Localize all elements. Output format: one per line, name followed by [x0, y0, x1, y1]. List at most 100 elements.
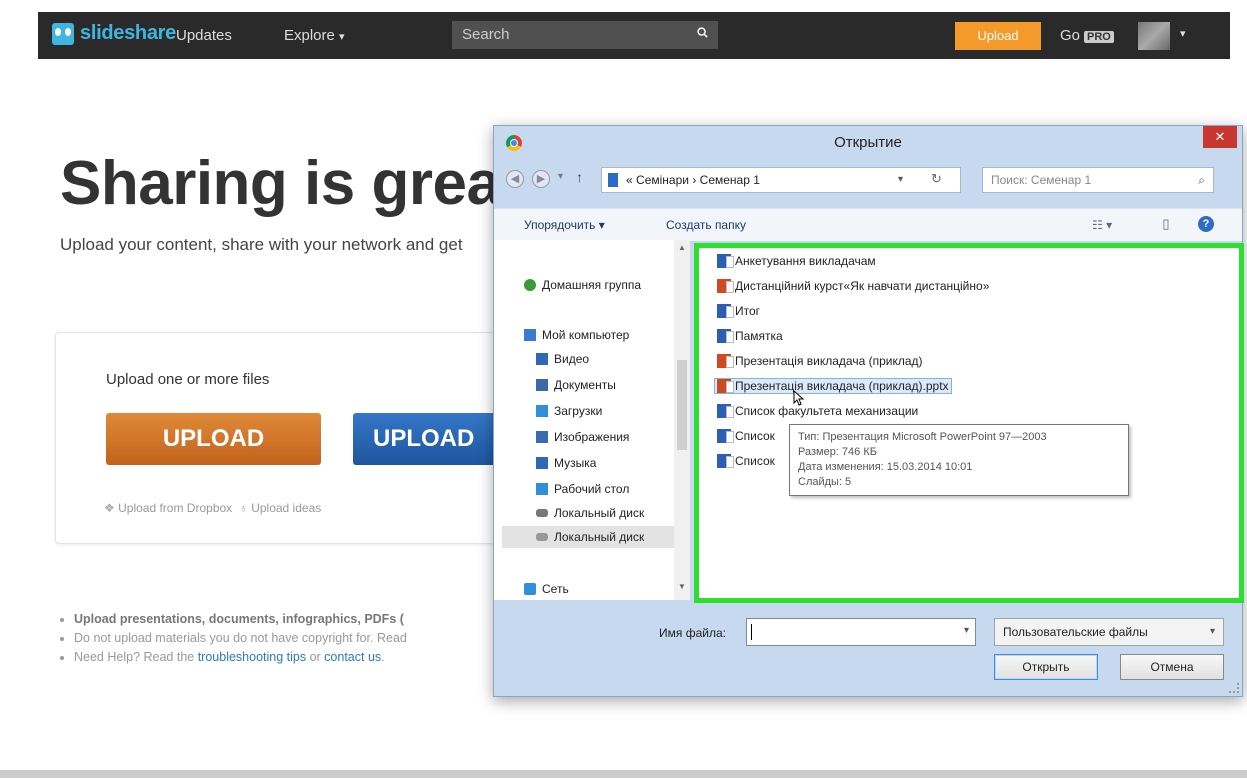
tooltip-slides: Слайды: 5	[798, 476, 852, 488]
search-icon[interactable]: ⌕	[1198, 168, 1205, 192]
nav-item-label: Локальный диск	[554, 530, 645, 544]
nav-explore-menu[interactable]: Explore ▾	[284, 27, 345, 44]
forward-icon[interactable]: ▶	[532, 170, 550, 188]
explore-label: Explore	[284, 27, 335, 44]
go-label: Go	[1060, 27, 1081, 44]
nav-item-local-disk-2[interactable]: Локальный диск	[536, 530, 644, 544]
dialog-titlebar[interactable]: Открытие ✕	[494, 126, 1242, 162]
dialog-title: Открытие	[834, 134, 902, 151]
navigation-scrollbar[interactable]: ▲ ▼	[674, 240, 690, 600]
search-input[interactable]: Search	[452, 21, 718, 49]
history-dropdown-icon[interactable]: ▾	[558, 171, 563, 182]
contact-us-link[interactable]: contact us	[324, 650, 381, 664]
upload-from-dropbox-link[interactable]: Upload from Dropbox	[118, 501, 232, 515]
nav-item-video[interactable]: Видео	[536, 352, 589, 366]
nav-item-desktop[interactable]: Рабочий стол	[536, 482, 629, 496]
search-placeholder: Search	[462, 26, 510, 43]
filename-input[interactable]: ▾	[746, 618, 976, 646]
help-icon[interactable]: ?	[1198, 216, 1214, 232]
file-item[interactable]: Список	[717, 454, 775, 468]
go-pro-link[interactable]: Go PRO	[1060, 27, 1114, 44]
file-info-tooltip: Тип: Презентация Microsoft PowerPoint 97…	[789, 424, 1129, 496]
file-item[interactable]: Анкетування викладачам	[717, 254, 876, 268]
file-name: Итог	[735, 304, 761, 318]
file-name: Презентація викладача (приклад)	[735, 354, 923, 368]
nav-item-label: Изображения	[554, 430, 630, 444]
breadcrumb-seminary[interactable]: Семінари	[636, 173, 689, 187]
file-item-selected[interactable]: Презентація викладача (приклад).pptx	[714, 378, 952, 394]
tip-text: Do not upload materials you do not have …	[74, 631, 407, 645]
chevron-down-icon[interactable]: ▾	[964, 625, 969, 636]
nav-item-homegroup[interactable]: Домашняя группа	[524, 278, 641, 292]
chevron-down-icon[interactable]: ▾	[1180, 27, 1186, 40]
new-folder-button[interactable]: Создать папку	[666, 218, 746, 232]
nav-item-documents[interactable]: Документы	[536, 378, 616, 392]
file-name: Список	[735, 454, 775, 468]
folder-path-icon	[608, 173, 618, 187]
chevron-down-icon: ▾	[1209, 626, 1215, 637]
upload-sources: ❖ Upload from Dropbox ♁ Upload ideas	[104, 501, 321, 515]
file-item[interactable]: Список	[717, 429, 775, 443]
search-icon[interactable]	[697, 27, 708, 38]
desktop-folder-icon	[536, 483, 548, 495]
open-button[interactable]: Открыть	[994, 654, 1098, 680]
network-icon	[524, 583, 536, 595]
nav-updates-link[interactable]: Updates	[176, 27, 232, 44]
word-document-icon	[717, 254, 734, 268]
nav-item-computer[interactable]: Мой компьютер	[524, 328, 629, 342]
resize-grip-icon[interactable]	[1229, 683, 1239, 693]
file-item[interactable]: Памятка	[717, 329, 783, 343]
disk-icon	[536, 533, 548, 541]
dropbox-icon: ❖	[104, 501, 115, 515]
file-item[interactable]: Список факультета механизации	[717, 404, 918, 418]
cancel-button[interactable]: Отмена	[1120, 654, 1224, 680]
nav-item-pictures[interactable]: Изображения	[536, 430, 629, 444]
upload-button[interactable]: Upload	[955, 22, 1041, 50]
chevron-down-icon[interactable]: ▾	[898, 168, 903, 192]
folder-search-input[interactable]: Поиск: Семенар 1 ⌕	[982, 167, 1214, 193]
word-document-icon	[717, 454, 734, 468]
tooltip-modified: Дата изменения: 15.03.2014 10:01	[798, 461, 973, 473]
up-folder-icon[interactable]: ↑	[576, 169, 583, 185]
video-folder-icon	[536, 353, 548, 365]
word-document-icon	[717, 429, 734, 443]
hero-subtitle: Upload your content, share with your net…	[60, 235, 463, 254]
breadcrumb-seminar-1[interactable]: Семенар 1	[700, 173, 760, 187]
music-folder-icon	[536, 457, 548, 469]
slideshare-logo[interactable]: slideshare	[52, 22, 176, 45]
mouse-cursor-icon	[793, 390, 805, 406]
upload-ideas-link[interactable]: Upload ideas	[251, 501, 321, 515]
scroll-up-icon[interactable]: ▲	[678, 243, 686, 252]
file-item[interactable]: Итог	[717, 304, 760, 318]
computer-icon	[524, 329, 536, 341]
preview-pane-icon[interactable]: ▯	[1158, 216, 1174, 232]
nav-item-label: Музыка	[554, 456, 597, 470]
nav-item-downloads[interactable]: Загрузки	[536, 404, 602, 418]
file-type-select[interactable]: Пользовательские файлы ▾	[994, 618, 1224, 646]
nav-item-local-disk[interactable]: Локальный диск	[536, 506, 644, 520]
nav-item-label: Видео	[554, 352, 590, 366]
text-caret	[751, 624, 752, 640]
view-options-icon[interactable]: ☷ ▾	[1092, 218, 1112, 232]
disk-icon	[536, 509, 548, 517]
file-name: Презентація викладача (приклад).pptx	[735, 379, 949, 393]
file-name: Список факультета механизации	[735, 404, 919, 418]
address-bar[interactable]: « Семінари › Семенар 1 ▾	[601, 167, 961, 193]
tip-text: Need Help? Read the	[74, 650, 198, 664]
documents-folder-icon	[536, 379, 548, 391]
scroll-down-icon[interactable]: ▼	[678, 582, 686, 591]
organize-menu[interactable]: Упорядочить ▾	[524, 218, 605, 232]
troubleshooting-tips-link[interactable]: troubleshooting tips	[198, 650, 306, 664]
path-overflow[interactable]: «	[626, 173, 633, 187]
upload-primary-button[interactable]: UPLOAD	[106, 413, 321, 465]
scroll-thumb[interactable]	[677, 360, 687, 450]
file-item[interactable]: Дистанційний курст«Як навчати дистанційн…	[717, 279, 989, 293]
back-icon[interactable]: ◀	[506, 170, 524, 188]
nav-item-music[interactable]: Музыка	[536, 456, 596, 470]
avatar[interactable]	[1138, 22, 1170, 50]
file-item[interactable]: Презентація викладача (приклад)	[717, 354, 923, 368]
refresh-icon[interactable]: ↻	[931, 167, 942, 191]
close-button[interactable]: ✕	[1203, 126, 1237, 148]
nav-item-network[interactable]: Сеть	[524, 582, 569, 596]
file-type-value: Пользовательские файлы	[1003, 625, 1148, 639]
